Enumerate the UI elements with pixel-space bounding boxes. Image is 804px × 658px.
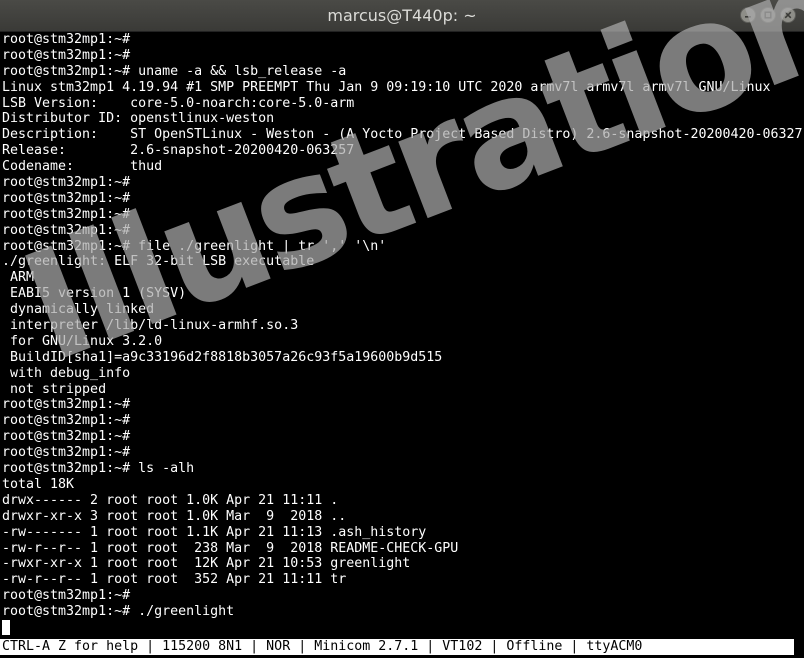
terminal-line: total 18K	[2, 476, 75, 492]
terminal-line: Linux stm32mp1 4.19.94 #1 SMP PREEMPT Th…	[2, 79, 771, 95]
terminal-line: root@stm32mp1:~# ls -alh	[2, 461, 195, 477]
terminal-line: dynamically linked	[2, 302, 155, 318]
minimize-icon	[745, 16, 751, 18]
terminal-line: drwx------ 2 root root 1.0K Apr 21 11:11…	[2, 492, 339, 508]
terminal-line: -rw------- 1 root root 1.1K Apr 21 11:13…	[2, 524, 427, 540]
terminal-line: LSB Version: core-5.0-noarch:core-5.0-ar…	[2, 95, 355, 111]
terminal-output[interactable]: root@stm32mp1:~# root@stm32mp1:~# root@stm…	[2, 32, 804, 640]
terminal-line	[2, 619, 804, 636]
terminal-line: root@stm32mp1:~#	[2, 413, 131, 429]
window-controls	[740, 7, 796, 23]
terminal-line: root@stm32mp1:~#	[2, 397, 131, 413]
terminal-line: -rw-r--r-- 1 root root 238 Mar 9 2018 RE…	[2, 540, 459, 556]
minicom-status-bar: CTRL-A Z for help | 115200 8N1 | NOR | M…	[0, 639, 794, 655]
terminal-line: not stripped	[2, 381, 107, 397]
terminal-line: root@stm32mp1:~#	[2, 190, 131, 206]
close-icon	[784, 11, 792, 19]
maximize-button[interactable]	[760, 7, 776, 23]
terminal-line: EABI5 version 1 (SYSV)	[2, 286, 187, 302]
terminal-line: root@stm32mp1:~#	[2, 47, 131, 63]
terminal-line: BuildID[sha1]=a9c33196d2f8818b3057a26c93…	[2, 349, 443, 365]
window-title: marcus@T440p: ~	[327, 6, 477, 25]
terminal-line: for GNU/Linux 3.2.0	[2, 333, 163, 349]
terminal-line: root@stm32mp1:~#	[2, 175, 131, 191]
terminal-line: drwxr-xr-x 3 root root 1.0K Mar 9 2018 .…	[2, 508, 347, 524]
terminal-line: root@stm32mp1:~#	[2, 32, 131, 47]
terminal-window: marcus@T440p: ~ root@stm32mp1:~# root@stm…	[0, 0, 804, 658]
terminal-line: -rwxr-xr-x 1 root root 12K Apr 21 10:53 …	[2, 556, 411, 572]
terminal-line: root@stm32mp1:~#	[2, 588, 131, 604]
terminal-cursor	[2, 619, 10, 635]
terminal-line: root@stm32mp1:~# uname -a && lsb_release…	[2, 63, 347, 79]
terminal-line: interpreter /lib/ld-linux-armhf.so.3	[2, 318, 299, 334]
terminal-line: -rw-r--r-- 1 root root 352 Apr 21 11:11 …	[2, 572, 347, 588]
terminal-line: root@stm32mp1:~#	[2, 445, 131, 461]
terminal-line: Release: 2.6-snapshot-20200420-063257	[2, 143, 355, 159]
terminal-line: ARM	[2, 270, 35, 286]
maximize-icon	[764, 11, 772, 19]
title-bar[interactable]: marcus@T440p: ~	[0, 0, 804, 32]
close-button[interactable]	[780, 7, 796, 23]
minimize-button[interactable]	[740, 7, 756, 23]
terminal-line: Distributor ID: openstlinux-weston	[2, 111, 275, 127]
terminal-line: Codename: thud	[2, 159, 163, 175]
terminal-line: root@stm32mp1:~#	[2, 206, 131, 222]
terminal-line: root@stm32mp1:~# ./greenlight	[2, 604, 235, 620]
terminal-line: ./greenlight: ELF 32-bit LSB executable	[2, 254, 315, 270]
terminal-line: Description: ST OpenSTLinux - Weston - (…	[2, 127, 803, 143]
terminal-line: root@stm32mp1:~#	[2, 222, 131, 238]
terminal-line: root@stm32mp1:~# file ./greenlight | tr …	[2, 238, 387, 254]
terminal-line: with debug_info	[2, 365, 131, 381]
terminal-line: root@stm32mp1:~#	[2, 429, 131, 445]
